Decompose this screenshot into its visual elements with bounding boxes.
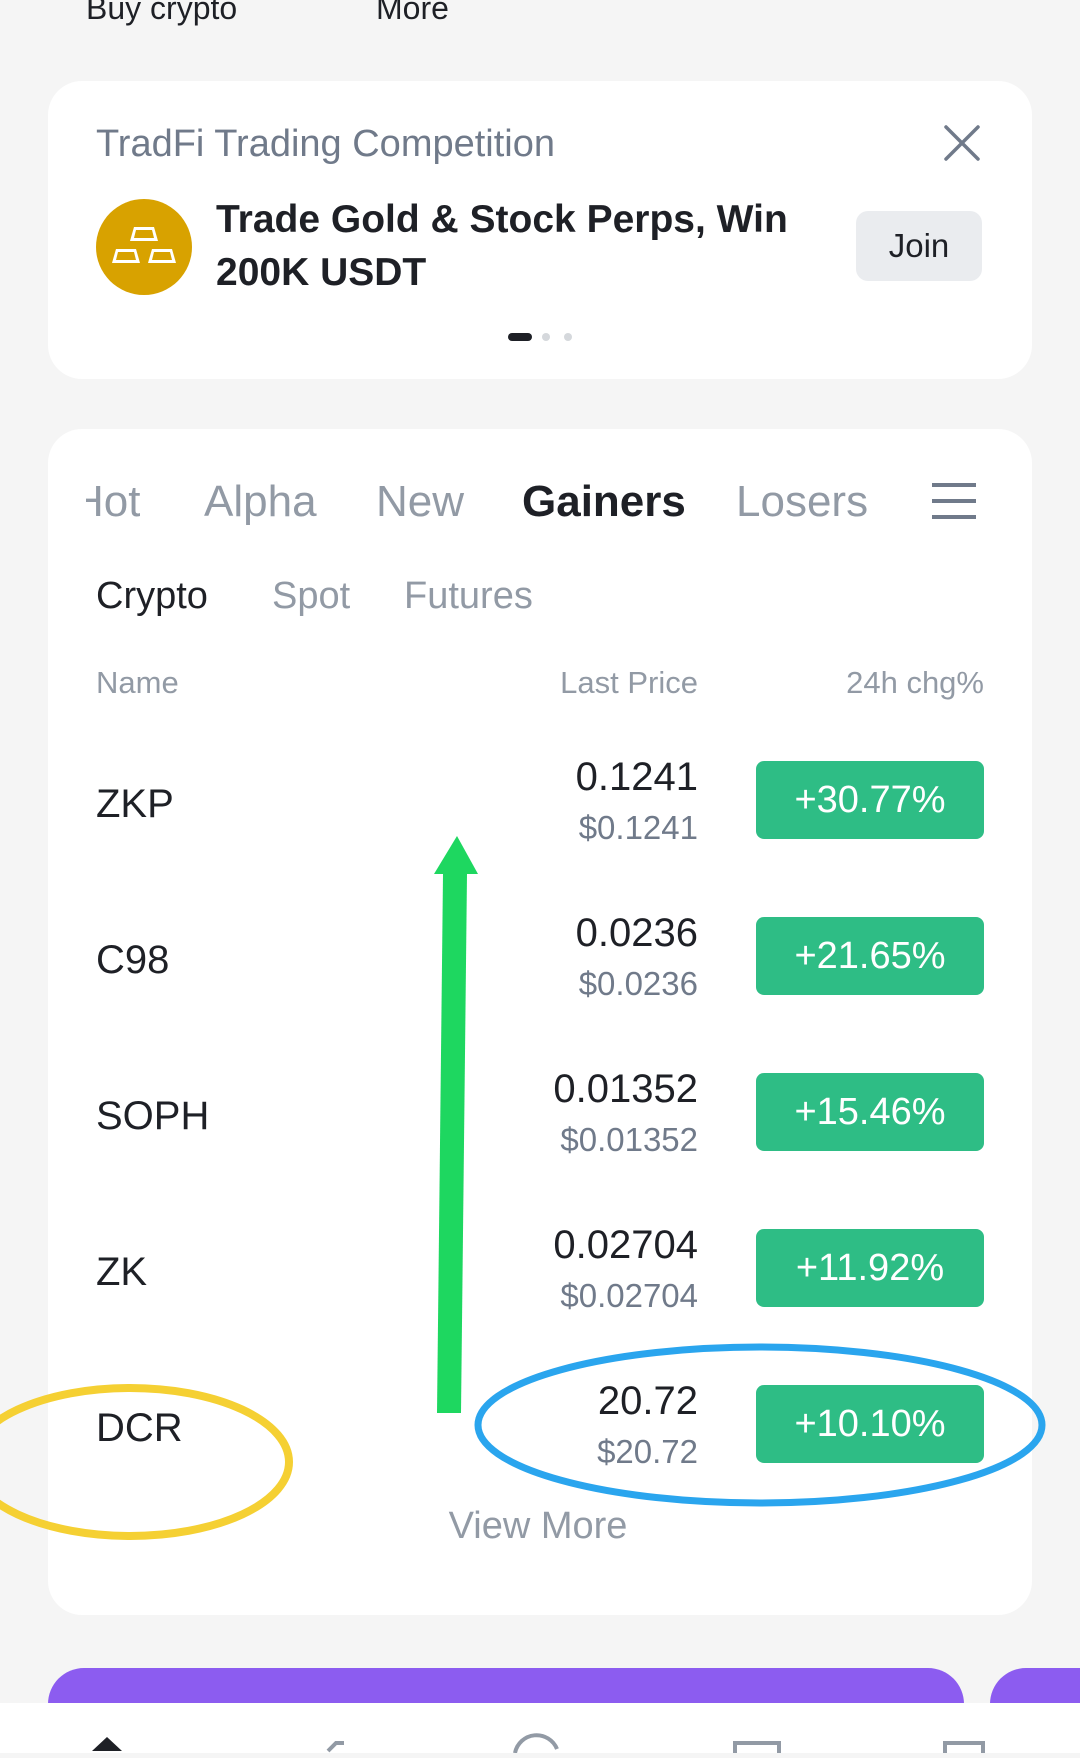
futures-icon[interactable] [733,1741,781,1753]
bottom-nav [0,1703,1080,1754]
yellow-circle-highlight [0,1384,293,1540]
wallet-icon[interactable] [943,1741,985,1753]
up-arrow-shaft [437,874,467,1413]
up-arrow-head [434,836,478,874]
annotation-overlay [0,836,1046,1540]
trade-icon[interactable] [513,1733,559,1754]
blue-circle-highlight [474,1343,1046,1507]
markets-icon[interactable] [326,1741,344,1753]
home-icon[interactable] [92,1737,122,1751]
